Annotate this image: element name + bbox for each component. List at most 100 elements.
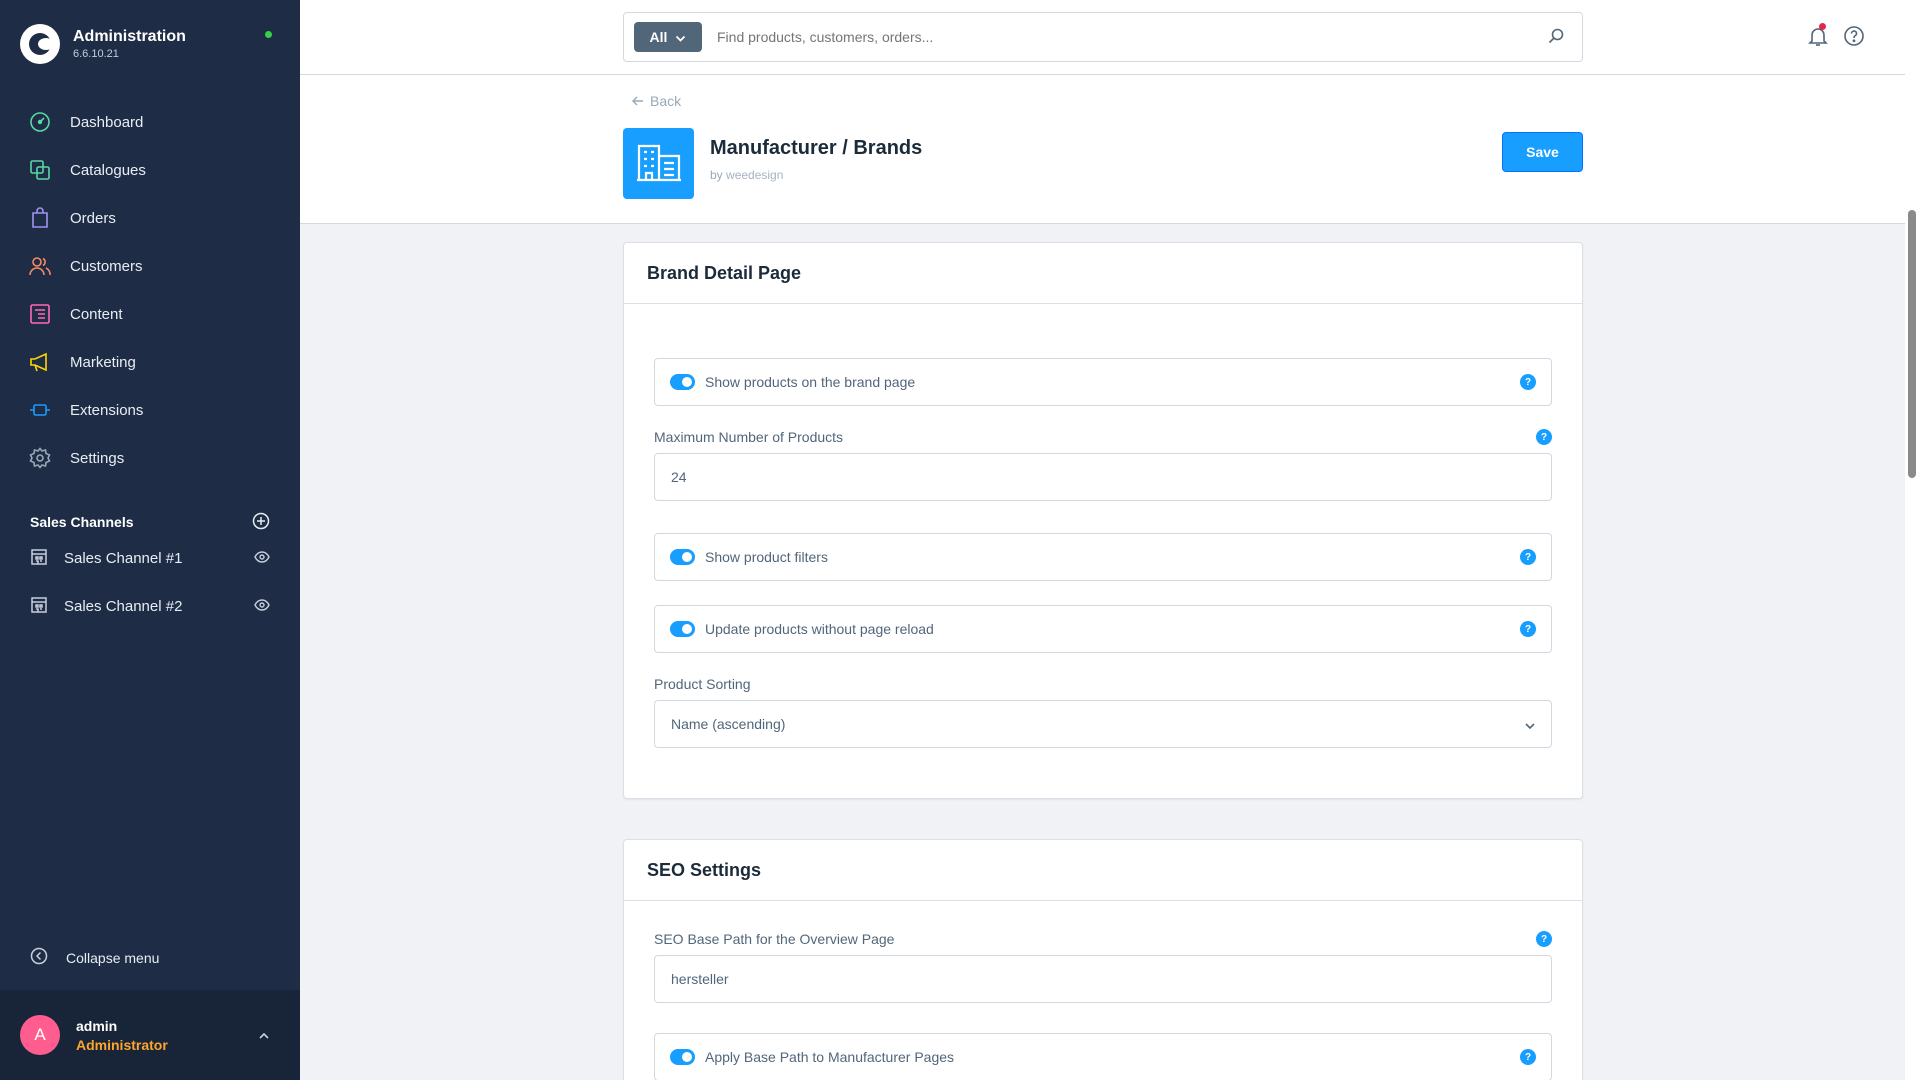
sales-channel-item[interactable]: Sales Channel #1 — [0, 534, 300, 582]
main-nav: Dashboard Catalogues Orders Customers Co… — [0, 98, 300, 482]
search-scope-label: All — [649, 29, 668, 45]
chevron-left-circle-icon — [30, 947, 48, 968]
sidebar: Administration 6.6.10.21 Dashboard Catal… — [0, 0, 300, 1080]
card-body: SEO Base Path for the Overview Page ? he… — [624, 930, 1582, 1080]
back-link[interactable]: Back — [632, 93, 681, 109]
avatar: A — [20, 1015, 60, 1055]
sales-channels-title: Sales Channels — [30, 514, 134, 530]
max-products-label: Maximum Number of Products — [654, 429, 844, 445]
card-body: Show products on the brand page ? Maximu… — [624, 358, 1582, 748]
notification-badge — [1819, 23, 1826, 30]
max-products-label-row: Maximum Number of Products ? — [654, 428, 1552, 446]
eye-icon[interactable] — [254, 598, 270, 614]
app-author: by weedesign — [710, 168, 783, 182]
apply-base-path-toggle[interactable] — [670, 1049, 695, 1065]
chevron-down-icon — [675, 29, 686, 45]
product-sorting-label-row: Product Sorting — [654, 675, 1552, 693]
help-circle-icon[interactable] — [1843, 25, 1865, 50]
search-input[interactable] — [717, 29, 1548, 45]
page-scrollbar[interactable] — [1905, 0, 1920, 1080]
app-name: Administration — [73, 28, 186, 45]
app-version: 6.6.10.21 — [73, 48, 119, 60]
status-indicator — [265, 31, 272, 38]
app-icon — [623, 128, 694, 199]
notifications-bell-icon[interactable] — [1807, 23, 1829, 50]
user-info: admin Administrator — [76, 1018, 258, 1053]
chevron-up-icon — [258, 1027, 270, 1043]
top-bar-actions — [1807, 23, 1865, 50]
update-no-reload-label: Update products without page reload — [705, 621, 934, 637]
nav-item-content[interactable]: Content — [0, 290, 300, 338]
show-filters-label: Show product filters — [705, 549, 828, 565]
product-sorting-label: Product Sorting — [654, 676, 751, 692]
nav-label: Marketing — [70, 353, 136, 371]
storefront-icon — [30, 596, 48, 617]
help-icon[interactable]: ? — [1520, 549, 1536, 565]
apply-base-path-label: Apply Base Path to Manufacturer Pages — [705, 1049, 955, 1065]
product-sorting-field: Product Sorting Name (ascending) — [654, 675, 1552, 748]
scrollbar-thumb[interactable] — [1908, 210, 1916, 478]
shopware-logo-icon[interactable] — [20, 24, 60, 64]
arrow-left-icon — [632, 93, 644, 109]
add-sales-channel-icon[interactable] — [252, 512, 270, 533]
seo-base-path-label: SEO Base Path for the Overview Page — [654, 931, 895, 947]
seo-settings-card: SEO Settings SEO Base Path for the Overv… — [623, 839, 1583, 1080]
nav-label: Orders — [70, 209, 116, 227]
nav-item-settings[interactable]: Settings — [0, 434, 300, 482]
search-icon[interactable] — [1548, 28, 1564, 47]
sales-channel-label: Sales Channel #2 — [64, 597, 183, 615]
sales-channels-header: Sales Channels — [0, 510, 300, 534]
nav-label: Content — [70, 305, 123, 323]
product-sorting-select[interactable]: Name (ascending) — [654, 700, 1552, 748]
show-filters-toggle[interactable] — [670, 549, 695, 565]
nav-item-customers[interactable]: Customers — [0, 242, 300, 290]
help-icon[interactable]: ? — [1536, 429, 1552, 445]
show-products-toggle[interactable] — [670, 374, 695, 390]
help-icon[interactable]: ? — [1520, 621, 1536, 637]
search-scope-dropdown[interactable]: All — [634, 22, 702, 52]
nav-item-marketing[interactable]: Marketing — [0, 338, 300, 386]
nav-item-orders[interactable]: Orders — [0, 194, 300, 242]
user-menu[interactable]: A admin Administrator — [0, 990, 300, 1080]
author-prefix: by — [710, 168, 723, 182]
max-products-field: Maximum Number of Products ? 24 — [654, 428, 1552, 501]
nav-item-extensions[interactable]: Extensions — [0, 386, 300, 434]
customers-icon — [29, 255, 51, 277]
sidebar-header: Administration 6.6.10.21 — [0, 0, 300, 88]
page-title: Manufacturer / Brands — [710, 137, 923, 159]
nav-label: Extensions — [70, 401, 144, 419]
help-icon[interactable]: ? — [1536, 931, 1552, 947]
building-icon — [636, 142, 682, 185]
seo-base-path-input[interactable]: hersteller — [654, 955, 1552, 1003]
sales-channel-item[interactable]: Sales Channel #2 — [0, 582, 300, 630]
page-header: Back Manufacturer / Brands by weedesign … — [300, 75, 1905, 224]
user-name: admin — [76, 1017, 118, 1034]
chevron-down-icon — [1525, 716, 1535, 732]
user-role: Administrator — [76, 1036, 168, 1053]
collapse-menu-button[interactable]: Collapse menu — [30, 947, 159, 968]
settings-icon — [29, 447, 51, 469]
orders-icon — [29, 207, 51, 229]
storefront-icon — [30, 548, 48, 569]
update-no-reload-toggle[interactable] — [670, 621, 695, 637]
dashboard-icon — [29, 111, 51, 133]
help-icon[interactable]: ? — [1520, 374, 1536, 390]
nav-label: Customers — [70, 257, 143, 275]
marketing-icon — [29, 351, 51, 373]
show-products-label: Show products on the brand page — [705, 374, 916, 390]
seo-base-path-field: SEO Base Path for the Overview Page ? he… — [654, 930, 1552, 1003]
catalogue-icon — [29, 159, 51, 181]
nav-item-dashboard[interactable]: Dashboard — [0, 98, 300, 146]
save-button[interactable]: Save — [1502, 132, 1583, 172]
eye-icon[interactable] — [254, 550, 270, 566]
max-products-input[interactable]: 24 — [654, 453, 1552, 501]
top-bar: All — [300, 0, 1905, 75]
content-icon — [29, 303, 51, 325]
extensions-icon — [29, 399, 51, 421]
nav-label: Dashboard — [70, 113, 144, 131]
nav-item-catalogues[interactable]: Catalogues — [0, 146, 300, 194]
help-icon[interactable]: ? — [1520, 1049, 1536, 1065]
product-sorting-value: Name (ascending) — [671, 716, 786, 732]
author-name: weedesign — [726, 168, 784, 182]
back-label: Back — [650, 93, 682, 109]
